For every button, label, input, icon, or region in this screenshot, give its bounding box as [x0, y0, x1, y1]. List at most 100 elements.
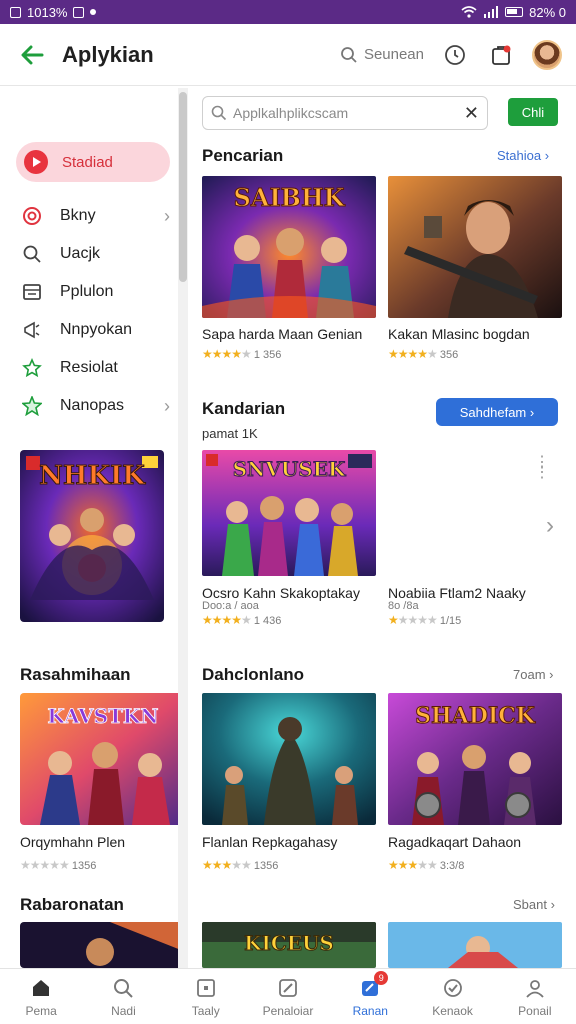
status-time: 1013% — [27, 4, 68, 20]
play-icon — [24, 150, 48, 174]
game-card[interactable]: SAIBHK — [202, 176, 376, 318]
game-card-title: Noabiia Ftlam2 Naaky — [388, 585, 526, 601]
tab-nadi[interactable]: Nadi — [82, 969, 164, 1024]
game-card[interactable] — [388, 176, 562, 318]
rating-stars: ★★★★★ — [388, 613, 438, 627]
sidebar-item-label: Bkny — [60, 207, 96, 224]
notification-button[interactable] — [486, 40, 516, 70]
svg-text:SAIBHK: SAIBHK — [234, 183, 346, 212]
rating-stars: ★★★★★ — [202, 858, 252, 872]
promo-card-title: NHKIK — [39, 461, 146, 491]
dot-icon — [90, 9, 97, 15]
rating-stars: ★★★★★ — [20, 858, 70, 872]
chevron-right-icon[interactable]: › — [546, 512, 554, 540]
sidebar-item-bkny[interactable]: Bkny › — [20, 201, 170, 231]
sidebar: Stadiad Bkny › Uacjk Pplulon Nnpyokan Re… — [0, 88, 186, 968]
game-rating: ★★★★★ 1356 — [202, 858, 279, 872]
search-input[interactable]: Applkalhplikcscam ✕ — [202, 96, 488, 130]
notification-badge: 9 — [374, 971, 389, 985]
section-title: Kandarian — [202, 399, 286, 418]
tab-label: Ponail — [518, 1004, 552, 1018]
sidebar-item-label: Nanopas — [60, 397, 125, 414]
avatar[interactable] — [532, 39, 562, 70]
tab-penaloiar[interactable]: Penaloiar — [247, 969, 329, 1024]
game-card-title: Sapa harda Maan Genian — [202, 326, 363, 342]
history-icon — [445, 44, 465, 65]
battery-icon — [505, 7, 524, 17]
game-card[interactable] — [202, 693, 376, 825]
section-link[interactable]: Stahioa › — [497, 148, 549, 163]
tab-kenaok[interactable]: Kenaok — [411, 969, 493, 1024]
game-card[interactable]: KAVSTKN — [20, 693, 186, 825]
tab-label: Kenaok — [432, 1004, 473, 1018]
game-card[interactable]: SNVUSEK — [202, 450, 376, 576]
sidebar-item-label: Nnpyokan — [60, 321, 133, 338]
back-button[interactable] — [14, 37, 50, 73]
history-button[interactable] — [440, 40, 470, 70]
section-action-button[interactable]: Sahdhefam › — [436, 398, 558, 426]
megaphone-icon — [20, 318, 44, 342]
game-card[interactable]: SHADICK — [388, 693, 562, 825]
game-sub: 8o /8a — [388, 600, 419, 612]
game-rating: ★★★★★ 1 436 — [202, 613, 282, 627]
game-art-image: SNVUSEK — [202, 450, 376, 576]
game-rating: ★★★★★ 3:3/8 — [388, 858, 465, 872]
search-icon — [341, 46, 357, 63]
game-card[interactable] — [20, 922, 186, 968]
profile-icon — [522, 975, 548, 1001]
section-link[interactable]: Sbant › — [513, 897, 555, 912]
game-rating: ★★★★★ 1 356 — [202, 347, 282, 361]
tab-pema[interactable]: Pema — [0, 969, 82, 1024]
promo-game-card[interactable]: NHKIK — [20, 450, 164, 622]
section-subtitle: pamat 1K — [202, 426, 258, 441]
game-art-image: SHADICK — [388, 693, 562, 825]
sidebar-item-uacjk[interactable]: Uacjk — [20, 239, 170, 269]
game-art-image: NHKIK — [20, 450, 164, 622]
drag-handle-icon[interactable]: ⋮ ⋮ — [534, 455, 550, 481]
rating-stars: ★★★★★ — [202, 347, 252, 361]
game-card[interactable]: KICEUS — [202, 922, 376, 968]
page-title: Aplykian — [62, 41, 154, 67]
svg-text:KICEUS: KICEUS — [244, 931, 334, 955]
sidebar-item-pplulon[interactable]: Pplulon — [20, 277, 170, 307]
calendar-icon — [20, 280, 44, 304]
scrollbar-thumb[interactable] — [179, 92, 187, 282]
tab-ponail[interactable]: Ponail — [494, 969, 576, 1024]
search-button[interactable]: Chli — [508, 98, 558, 126]
sidebar-scrollbar[interactable] — [178, 88, 188, 968]
chevron-right-icon: › — [164, 205, 170, 226]
sidebar-section-title: Rabaronatan — [20, 895, 124, 914]
notification-icon — [10, 6, 21, 18]
appbar-search[interactable]: Seunean — [340, 46, 424, 64]
game-art-image: KAVSTKN — [20, 693, 186, 825]
tab-label: Taaly — [191, 1004, 220, 1018]
section-title: Pencarian — [202, 146, 284, 165]
sidebar-item-nnpyokan[interactable]: Nnpyokan — [20, 315, 170, 345]
bottom-nav: Pema Nadi Taaly Penaloiar 9 Ranan Kenaok… — [0, 968, 576, 1024]
section-title: Dahclonlano — [202, 665, 305, 684]
rating-stars: ★★★★★ — [388, 858, 438, 872]
game-card[interactable] — [388, 922, 562, 968]
sidebar-item-label: Stadiad — [62, 153, 113, 171]
tab-ranan[interactable]: 9 Ranan — [329, 969, 411, 1024]
game-rating: ★★★★★ 1356 — [20, 858, 97, 872]
sidebar-item-active[interactable]: Stadiad — [16, 142, 170, 182]
tab-label: Pema — [25, 1004, 57, 1018]
close-icon[interactable]: ✕ — [464, 103, 479, 124]
section-link[interactable]: 7oam › — [513, 667, 553, 682]
search-icon — [211, 105, 227, 121]
game-card-title: Ocsro Kahn Skakoptakay — [202, 585, 360, 601]
sidebar-item-nanopas[interactable]: Nanopas › — [20, 391, 170, 421]
compass-icon — [275, 975, 301, 1001]
game-art-image: SAIBHK — [202, 176, 376, 318]
app-notification-icon — [73, 6, 85, 18]
tab-taaly[interactable]: Taaly — [165, 969, 247, 1024]
battery-text: 82% 0 — [529, 4, 566, 20]
game-rating: ★★★★★ 1/15 — [388, 613, 462, 627]
home-icon — [28, 975, 54, 1001]
sidebar-item-label: Pplulon — [60, 283, 114, 300]
game-card-title: Orqymhahn Plen — [20, 834, 126, 850]
check-circle-icon — [440, 975, 466, 1001]
sidebar-item-resiolat[interactable]: Resiolat — [20, 353, 170, 383]
search-label: Seunean — [363, 46, 424, 63]
